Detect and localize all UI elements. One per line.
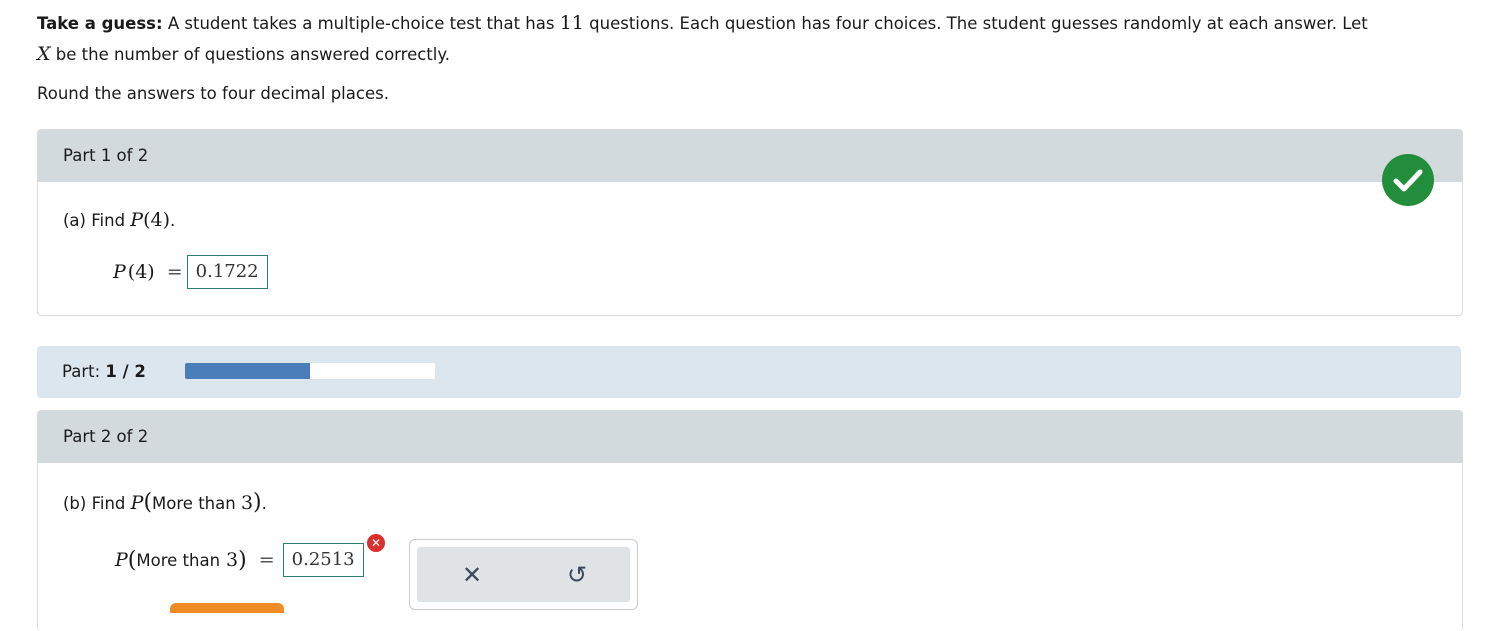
progress-value: 1 / 2	[105, 362, 146, 381]
part-progress: Part: 1 / 2	[37, 346, 1461, 398]
problem-statement: Take a guess: A student takes a multiple…	[37, 8, 1467, 70]
part-2-answer-field[interactable]: 0.2513	[282, 543, 364, 577]
part-1-card: Part 1 of 2 (a) Find P(4). P (4) = 0.172…	[37, 129, 1463, 316]
part-2-equation: P ( More than 3 ) = 0.2513	[115, 543, 364, 577]
part-2-question-num: 3	[240, 492, 254, 514]
progress-bar-fill	[185, 363, 310, 379]
part-1-question-prefix: (a) Find	[63, 211, 126, 230]
answer-tools-panel: ✕ ↺	[417, 547, 630, 602]
part-1-question-suffix: .	[170, 211, 176, 230]
x-error-icon: ✕	[367, 534, 385, 552]
part-2-title: Part 2 of 2	[63, 427, 149, 446]
part-2-lhs-p: P	[115, 549, 128, 571]
check-circle-icon	[1382, 154, 1434, 206]
part-2-question: (b) Find P(More than 3).	[63, 490, 267, 515]
part-2-header: Part 2 of 2	[38, 411, 1462, 463]
question-count: 11	[559, 12, 584, 34]
part-2-question-open-paren: (	[143, 490, 153, 515]
part-2-question-p: P	[130, 492, 144, 514]
part-1-lhs-p: P	[113, 261, 126, 283]
problem-text-2: questions. Each question has four choice…	[589, 14, 1368, 33]
part-1-answer-field[interactable]: 0.1722	[186, 255, 268, 289]
part-2-question-prefix: (b) Find	[63, 494, 126, 513]
answer-tools: ✕ ↺	[409, 539, 638, 610]
close-icon[interactable]: ✕	[462, 561, 482, 589]
part-1-equation: P (4) = 0.1722	[113, 255, 268, 289]
random-variable: X	[37, 43, 51, 65]
check-button[interactable]	[170, 603, 284, 613]
part-2-question-close-paren: )	[253, 490, 262, 515]
part-1-title: Part 1 of 2	[63, 146, 149, 165]
part-2-lhs-close-paren: )	[238, 547, 247, 573]
rounding-instruction: Round the answers to four decimal places…	[37, 84, 389, 103]
part-1-question-arg: (4)	[143, 209, 171, 231]
part-1-lhs-arg: (4)	[127, 261, 155, 283]
part-2-equals: =	[258, 549, 275, 571]
progress-label-text: Part:	[62, 362, 101, 381]
part-2-lhs-open-paren: (	[127, 547, 137, 573]
part-2-lhs-text: More than	[136, 550, 221, 570]
part-1-equals: =	[166, 261, 183, 283]
undo-icon[interactable]: ↺	[567, 561, 587, 589]
progress-label: Part: 1 / 2	[62, 362, 146, 381]
part-1-header: Part 1 of 2	[38, 130, 1462, 182]
part-2-question-suffix: .	[261, 494, 267, 513]
part-2-lhs-num: 3	[226, 549, 239, 571]
problem-text-3: be the number of questions answered corr…	[55, 45, 451, 64]
part-1-question-p: P	[130, 209, 144, 231]
problem-text-1: A student takes a multiple-choice test t…	[167, 14, 555, 33]
problem-lead: Take a guess:	[37, 14, 163, 33]
part-1-question: (a) Find P(4).	[63, 209, 175, 231]
part-2-question-text: More than	[152, 494, 236, 513]
part-2-card: Part 2 of 2 (b) Find P(More than 3).	[37, 410, 1463, 631]
progress-bar	[185, 363, 435, 379]
